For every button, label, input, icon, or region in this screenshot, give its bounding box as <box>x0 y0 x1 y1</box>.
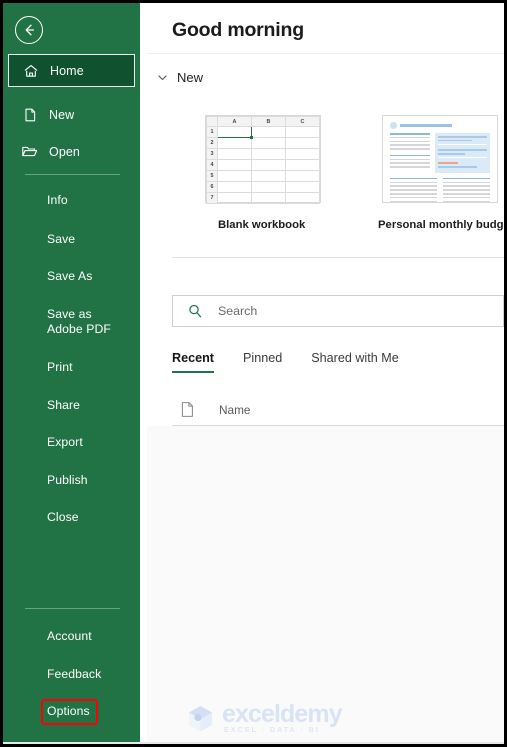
grid-row-3: 3 <box>206 148 218 160</box>
grid-cell-b2 <box>251 137 286 149</box>
grid-row-5: 5 <box>206 170 218 182</box>
budget-preview-tables <box>390 177 490 204</box>
template-blank-workbook[interactable]: A B C 1 2 3 4 5 6 7 <box>205 115 321 204</box>
sidebar-item-export[interactable]: Export <box>3 435 140 450</box>
sidebar-item-publish[interactable]: Publish <box>3 473 140 488</box>
sidebar-item-account-label: Account <box>47 629 92 643</box>
sidebar-item-print[interactable]: Print <box>3 360 140 375</box>
grid-cell-a3 <box>217 148 252 160</box>
new-document-icon <box>21 106 38 123</box>
sidebar-item-save[interactable]: Save <box>3 232 140 247</box>
file-list-header: Name <box>172 394 504 425</box>
templates-divider <box>172 257 504 258</box>
sidebar-item-share-label: Share <box>47 398 81 412</box>
sidebar-item-home-label: Home <box>50 63 84 78</box>
new-section-label: New <box>177 69 204 85</box>
grid-cell-b1 <box>251 126 286 138</box>
grid-cell-b5 <box>251 170 286 182</box>
template-personal-monthly-budget[interactable] <box>382 115 498 203</box>
blank-workbook-grid: A B C 1 2 3 4 5 6 7 <box>206 116 320 204</box>
sidebar-item-new-label: New <box>49 107 75 122</box>
sidebar-item-open[interactable]: Open <box>8 135 135 168</box>
tab-recent[interactable]: Recent <box>172 351 214 374</box>
search-box[interactable] <box>172 295 504 327</box>
home-icon <box>22 62 39 79</box>
sidebar-item-info-label: Info <box>47 193 68 207</box>
grid-cell-b3 <box>251 148 286 160</box>
grid-cell-c4 <box>285 159 320 171</box>
grid-cell-a4 <box>217 159 252 171</box>
sidebar-item-save-as-label: Save As <box>47 269 93 283</box>
search-input[interactable] <box>218 304 468 318</box>
sidebar-item-open-label: Open <box>49 144 80 159</box>
grid-cell-a2 <box>217 137 252 149</box>
sidebar-item-feedback[interactable]: Feedback <box>3 667 140 682</box>
sidebar-item-feedback-label: Feedback <box>47 667 102 681</box>
sidebar-item-save-as[interactable]: Save As <box>3 269 140 284</box>
grid-cell-c2 <box>285 137 320 149</box>
grid-row-4: 4 <box>206 159 218 171</box>
document-icon <box>180 401 195 418</box>
grid-col-a: A <box>217 116 252 127</box>
sidebar-item-save-as-adobe-pdf[interactable]: Save as Adobe PDF <box>3 307 140 337</box>
sidebar-divider-bottom <box>25 608 120 609</box>
backstage-sidebar: Home New Open Info Save Save As Save as … <box>3 3 140 744</box>
grid-cell-a6 <box>217 181 252 193</box>
grid-col-b: B <box>251 116 286 127</box>
sidebar-item-share[interactable]: Share <box>3 398 140 413</box>
sidebar-item-close[interactable]: Close <box>3 510 140 525</box>
sidebar-item-close-label: Close <box>47 510 79 524</box>
budget-preview-title <box>390 122 490 129</box>
new-section-header[interactable]: New <box>154 69 203 85</box>
sidebar-item-new[interactable]: New <box>8 98 135 131</box>
tab-shared-with-me[interactable]: Shared with Me <box>311 351 399 373</box>
grid-corner <box>206 116 218 127</box>
grid-cell-c1 <box>285 126 320 138</box>
sidebar-item-options-label: Options <box>47 704 90 718</box>
sidebar-item-print-label: Print <box>47 360 73 374</box>
back-arrow-icon[interactable] <box>15 16 43 44</box>
sidebar-item-info[interactable]: Info <box>3 193 140 208</box>
sidebar-item-save-as-adobe-pdf-label: Save as Adobe PDF <box>47 307 111 336</box>
template-personal-monthly-budget-caption: Personal monthly budget <box>378 219 504 231</box>
grid-row-1: 1 <box>206 126 218 138</box>
template-blank-workbook-caption: Blank workbook <box>218 219 306 231</box>
sidebar-divider-top <box>25 174 120 175</box>
grid-cell-a7 <box>217 192 252 204</box>
sidebar-item-save-label: Save <box>47 232 76 246</box>
backstage-content: Good morning New A B C 1 2 3 4 5 6 7 Bla… <box>147 3 504 744</box>
grid-row-6: 6 <box>206 181 218 193</box>
grid-cell-a5 <box>217 170 252 182</box>
search-icon <box>186 302 204 320</box>
budget-preview-summary-block <box>435 133 490 173</box>
grid-cell-c6 <box>285 181 320 193</box>
page-bottom-rule <box>3 742 504 744</box>
sidebar-item-options[interactable]: Options <box>3 704 140 719</box>
grid-cell-c7 <box>285 192 320 204</box>
chevron-down-icon <box>154 69 170 85</box>
grid-row-7: 7 <box>206 192 218 204</box>
file-list-body <box>147 426 504 744</box>
file-list-tabs: Recent Pinned Shared with Me <box>172 351 428 374</box>
grid-cell-c5 <box>285 170 320 182</box>
sidebar-item-publish-label: Publish <box>47 473 88 487</box>
title-divider <box>147 53 504 54</box>
sidebar-item-home[interactable]: Home <box>8 54 135 87</box>
sidebar-item-export-label: Export <box>47 435 83 449</box>
page-title: Good morning <box>172 19 304 41</box>
sidebar-item-account[interactable]: Account <box>3 629 140 644</box>
open-folder-icon <box>21 143 38 160</box>
file-list-column-name: Name <box>219 402 251 417</box>
budget-preview-logo <box>390 122 397 129</box>
grid-cell-a1 <box>217 126 254 140</box>
grid-cell-c3 <box>285 148 320 160</box>
grid-col-c: C <box>285 116 320 127</box>
grid-row-2: 2 <box>206 137 218 149</box>
excel-backstage-window: Home New Open Info Save Save As Save as … <box>3 3 504 744</box>
budget-preview-left-block <box>390 133 430 173</box>
grid-cell-b4 <box>251 159 286 171</box>
grid-cell-b6 <box>251 181 286 193</box>
tab-pinned[interactable]: Pinned <box>243 351 282 373</box>
grid-cell-b7 <box>251 192 286 204</box>
